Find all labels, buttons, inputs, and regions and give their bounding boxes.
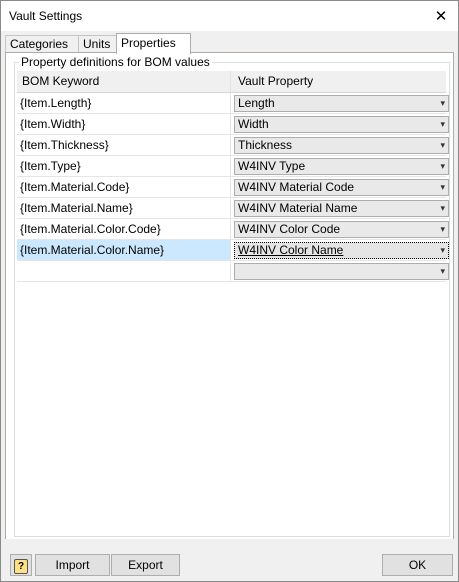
vault-settings-window: Vault Settings ✕ Categories Units Proper… (0, 0, 459, 582)
dropdown-value: W4INV Color Name (238, 243, 344, 257)
vault-property-dropdown[interactable]: W4INV Color Name ▾ (234, 242, 449, 259)
chevron-down-icon: ▾ (440, 161, 445, 171)
dropdown-value: Thickness (238, 138, 293, 152)
tab-units[interactable]: Units (78, 35, 120, 53)
close-icon: ✕ (434, 8, 448, 25)
button-bar: ? Import Export OK (1, 539, 458, 581)
table-row[interactable]: {Item.Material.Code} W4INV Material Code… (17, 177, 449, 198)
bom-keyword-cell[interactable]: {Item.Thickness} (17, 135, 231, 155)
help-button[interactable]: ? (10, 554, 32, 576)
table-row[interactable]: {Item.Length} Length ▾ (17, 93, 449, 114)
group-title: Property definitions for BOM values (19, 55, 212, 69)
bom-keyword-cell[interactable]: {Item.Material.Color.Name} (17, 240, 231, 260)
close-button[interactable]: ✕ (424, 1, 458, 31)
chevron-down-icon: ▾ (440, 245, 445, 255)
properties-panel: Property definitions for BOM values BOM … (5, 52, 454, 540)
chevron-down-icon: ▾ (440, 182, 445, 192)
table-row[interactable]: {Item.Material.Name} W4INV Material Name… (17, 198, 449, 219)
bom-keyword-cell[interactable]: {Item.Length} (17, 93, 231, 113)
chevron-down-icon: ▾ (440, 266, 445, 276)
table-row-new[interactable]: ▾ (17, 261, 449, 282)
bom-keyword-cell[interactable]: {Item.Material.Name} (17, 198, 231, 218)
vault-property-dropdown[interactable]: W4INV Type ▾ (234, 158, 449, 175)
bom-keyword-cell[interactable]: {Item.Width} (17, 114, 231, 134)
chevron-down-icon: ▾ (440, 119, 445, 129)
table-row[interactable]: {Item.Material.Color.Code} W4INV Color C… (17, 219, 449, 240)
dropdown-value: Length (238, 96, 275, 110)
chevron-down-icon: ▾ (440, 203, 445, 213)
vault-property-dropdown[interactable]: W4INV Material Name ▾ (234, 200, 449, 217)
tab-properties[interactable]: Properties (116, 33, 191, 54)
window-title: Vault Settings (9, 9, 83, 23)
import-button[interactable]: Import (35, 554, 110, 576)
bom-keyword-cell[interactable] (17, 261, 231, 281)
title-bar: Vault Settings ✕ (1, 1, 458, 31)
ok-button[interactable]: OK (382, 554, 453, 576)
dropdown-value: W4INV Color Code (238, 222, 341, 236)
vault-property-dropdown[interactable]: ▾ (234, 263, 449, 280)
dropdown-value: W4INV Material Code (238, 180, 355, 194)
help-icon: ? (14, 559, 28, 574)
vault-property-dropdown[interactable]: Thickness ▾ (234, 137, 449, 154)
property-grid: BOM Keyword Vault Property {Item.Length}… (17, 71, 449, 282)
export-button[interactable]: Export (111, 554, 180, 576)
vault-property-dropdown[interactable]: Width ▾ (234, 116, 449, 133)
tab-categories[interactable]: Categories (5, 35, 79, 53)
table-row[interactable]: {Item.Width} Width ▾ (17, 114, 449, 135)
table-row[interactable]: {Item.Thickness} Thickness ▾ (17, 135, 449, 156)
vault-property-dropdown[interactable]: Length ▾ (234, 95, 449, 112)
bom-keyword-cell[interactable]: {Item.Material.Color.Code} (17, 219, 231, 239)
dropdown-value: W4INV Type (238, 159, 306, 173)
table-row[interactable]: {Item.Type} W4INV Type ▾ (17, 156, 449, 177)
chevron-down-icon: ▾ (440, 140, 445, 150)
bom-keyword-cell[interactable]: {Item.Type} (17, 156, 231, 176)
grid-header: BOM Keyword Vault Property (17, 71, 446, 93)
dropdown-value: Width (238, 117, 269, 131)
table-row-selected[interactable]: {Item.Material.Color.Name} W4INV Color N… (17, 240, 449, 261)
dropdown-value: W4INV Material Name (238, 201, 358, 215)
column-header-bom-keyword[interactable]: BOM Keyword (17, 71, 231, 92)
chevron-down-icon: ▾ (440, 98, 445, 108)
column-header-vault-property[interactable]: Vault Property (232, 71, 445, 92)
chevron-down-icon: ▾ (440, 224, 445, 234)
vault-property-dropdown[interactable]: W4INV Color Code ▾ (234, 221, 449, 238)
vault-property-dropdown[interactable]: W4INV Material Code ▾ (234, 179, 449, 196)
bom-keyword-cell[interactable]: {Item.Material.Code} (17, 177, 231, 197)
